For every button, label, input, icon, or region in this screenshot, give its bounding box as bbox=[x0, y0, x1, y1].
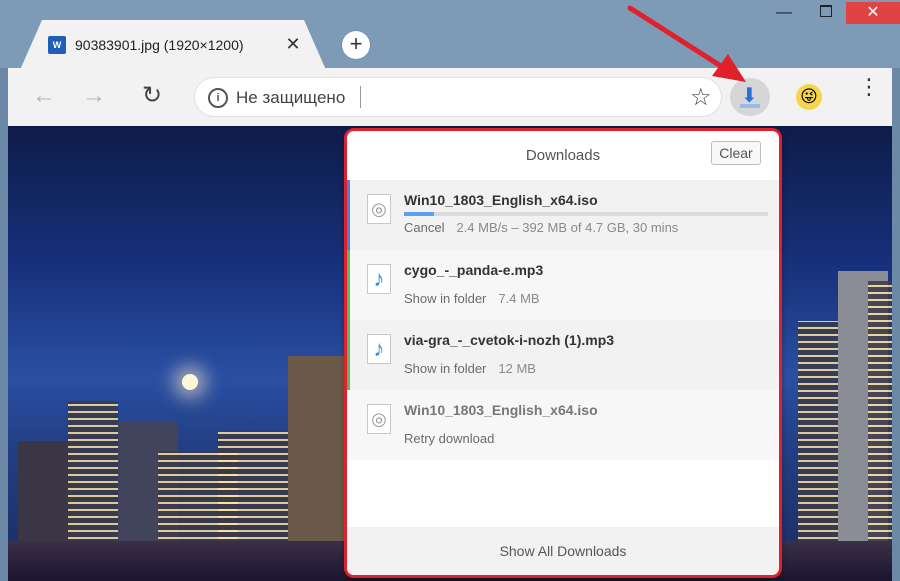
annotation-arrow bbox=[627, 5, 746, 82]
tab-close-icon[interactable]: ✕ bbox=[284, 34, 302, 55]
clear-button[interactable]: Clear bbox=[711, 141, 761, 165]
show-in-folder-link[interactable]: Show in folder bbox=[404, 361, 486, 376]
download-progress-fill bbox=[404, 212, 435, 216]
downloads-popup: Downloads Clear ◎ Win10_1803_English_x64… bbox=[344, 128, 782, 578]
tab-title: 90383901.jpg (1920×1200) bbox=[75, 37, 244, 53]
download-status-line: Cancel 2.4 MB/s – 392 MB of 4.7 GB, 30 mi… bbox=[404, 220, 678, 235]
download-status-line: Show in folder 12 MB bbox=[404, 361, 536, 376]
window-minimize-button[interactable]: — bbox=[762, 2, 806, 24]
window-maximize-button[interactable] bbox=[806, 2, 846, 24]
download-filename: cygo_-_panda-e.mp3 bbox=[404, 262, 544, 278]
download-detail: 2.4 MB/s – 392 MB of 4.7 GB, 30 mins bbox=[456, 220, 679, 235]
reload-button[interactable]: ↻ bbox=[136, 80, 168, 112]
text-cursor bbox=[360, 86, 361, 108]
profile-avatar[interactable]: 😜 bbox=[796, 84, 822, 110]
menu-icon[interactable]: ⋮ bbox=[858, 76, 880, 98]
show-all-downloads-button[interactable]: Show All Downloads bbox=[347, 527, 779, 575]
annotation-arrow-head bbox=[712, 54, 746, 82]
building bbox=[868, 281, 892, 581]
back-button[interactable]: ← bbox=[28, 80, 60, 112]
download-list: ◎ Win10_1803_English_x64.iso Cancel 2.4 M… bbox=[347, 180, 779, 460]
annotation-arrow-shaft bbox=[627, 5, 727, 71]
info-icon[interactable]: i bbox=[208, 88, 228, 108]
download-status-line: Show in folder 7.4 MB bbox=[404, 291, 540, 306]
security-status-text: Не защищено bbox=[236, 88, 346, 107]
music-file-icon: ♪ bbox=[367, 334, 391, 364]
forward-button[interactable]: → bbox=[78, 80, 110, 112]
cancel-button[interactable]: Cancel bbox=[404, 220, 444, 235]
retry-download-link[interactable]: Retry download bbox=[404, 431, 494, 446]
download-detail: 7.4 MB bbox=[498, 291, 540, 306]
download-item[interactable]: ♪ cygo_-_panda-e.mp3 Show in folder 7.4 M… bbox=[347, 250, 779, 320]
maximize-icon bbox=[820, 5, 832, 17]
moon bbox=[182, 374, 198, 390]
new-tab-button[interactable]: + bbox=[342, 31, 370, 59]
download-progress-bar bbox=[404, 212, 768, 216]
download-filename: Win10_1803_English_x64.iso bbox=[404, 192, 598, 208]
download-detail: 12 MB bbox=[498, 361, 536, 376]
download-filename: Win10_1803_English_x64.iso bbox=[404, 402, 598, 418]
download-progress-indicator bbox=[740, 104, 760, 108]
download-status-line: Retry download bbox=[404, 431, 494, 446]
window-close-button[interactable]: ✕ bbox=[846, 2, 900, 24]
download-item[interactable]: ◎ Win10_1803_English_x64.iso Cancel 2.4 M… bbox=[347, 180, 779, 250]
download-item[interactable]: ♪ via-gra_-_cvetok-i-nozh (1).mp3 Show i… bbox=[347, 320, 779, 390]
show-in-folder-link[interactable]: Show in folder bbox=[404, 291, 486, 306]
download-item[interactable]: ◎ Win10_1803_English_x64.iso Retry downl… bbox=[347, 390, 779, 460]
disc-file-icon: ◎ bbox=[367, 194, 391, 224]
tab-favicon-icon: W bbox=[48, 36, 66, 54]
music-file-icon: ♪ bbox=[367, 264, 391, 294]
disc-file-icon: ◎ bbox=[367, 404, 391, 434]
download-filename: via-gra_-_cvetok-i-nozh (1).mp3 bbox=[404, 332, 615, 348]
